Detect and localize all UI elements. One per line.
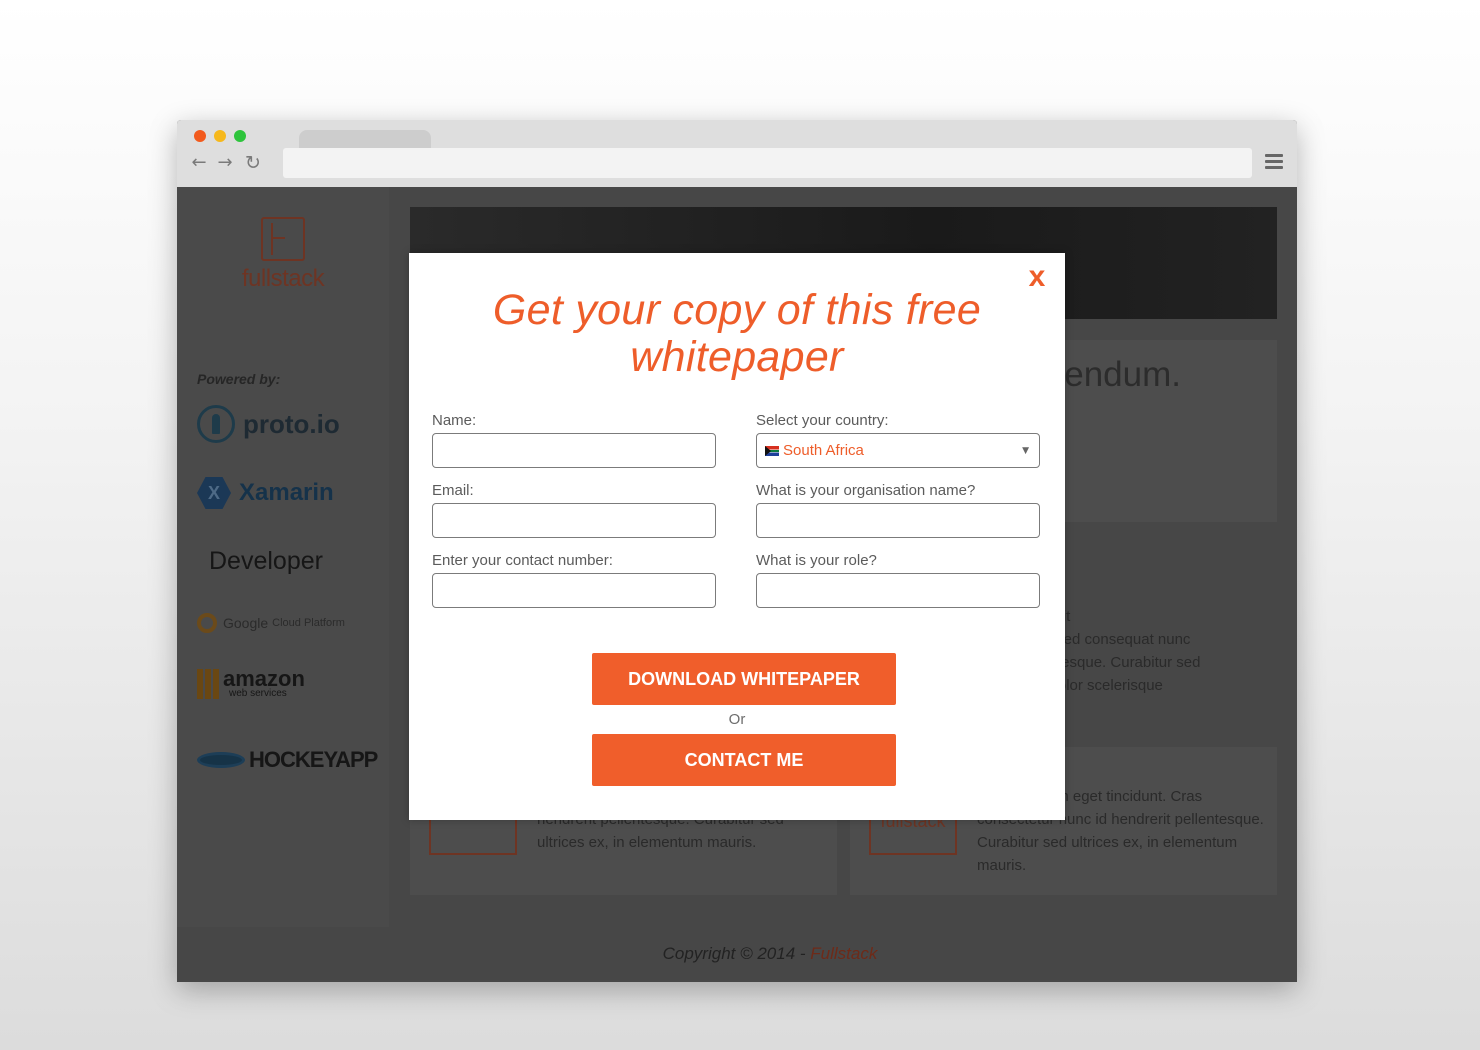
logo-text: fullstack: [241, 265, 325, 292]
copyright-text: Copyright © 2014 -: [662, 944, 811, 963]
fullstack-logo-mark-icon: [261, 217, 305, 261]
back-arrow-icon[interactable]: ←: [189, 153, 209, 173]
sponsor-proto-label: proto.io: [243, 408, 340, 439]
address-bar[interactable]: [283, 148, 1252, 178]
reload-icon[interactable]: ↻: [243, 153, 263, 173]
organisation-label: What is your organisation name?: [756, 482, 976, 499]
contact-number-label: Enter your contact number:: [432, 552, 613, 569]
email-input[interactable]: [432, 503, 716, 538]
close-modal-icon[interactable]: x: [1022, 261, 1052, 293]
sponsor-hockeyapp[interactable]: HOCKEYAPP: [197, 747, 378, 773]
contact-number-input[interactable]: [432, 573, 716, 608]
sponsor-proto-io[interactable]: proto.io: [197, 405, 340, 443]
sponsor-google-cloud[interactable]: Google Cloud Platform: [197, 613, 345, 633]
sponsor-google-label: Google: [223, 615, 269, 631]
modal-title: Get your copy of this free whitepaper: [492, 286, 982, 381]
download-whitepaper-button[interactable]: DOWNLOAD WHITEPAPER: [592, 653, 896, 705]
south-africa-flag-icon: [765, 446, 779, 456]
sponsor-hockey-label: HOCKEYAPP: [249, 747, 378, 772]
organisation-input[interactable]: [756, 503, 1040, 538]
powered-by-label: Powered by:: [197, 371, 281, 387]
whitepaper-modal: x Get your copy of this free whitepaper …: [409, 253, 1065, 820]
xamarin-hex-icon: X: [197, 477, 231, 509]
sponsor-amazon-sub-label: web services: [229, 688, 287, 699]
sponsor-apple-label: Developer: [209, 547, 323, 575]
role-input[interactable]: [756, 573, 1040, 608]
dropdown-caret-icon: ▼: [1022, 446, 1029, 456]
intro-paragraph: ollicit lit, sed consequat nunc lentesqu…: [1037, 608, 1201, 694]
browser-chrome: ← → ↻: [177, 120, 1297, 187]
hamburger-menu-icon[interactable]: [1265, 154, 1283, 172]
sidebar: fullstack Powered by: proto.io X Xamarin…: [177, 187, 389, 927]
aws-boxes-icon: [197, 669, 219, 699]
forward-arrow-icon[interactable]: →: [215, 153, 235, 173]
sponsor-amazon-web-services[interactable]: amazon web services: [197, 666, 305, 699]
google-cloud-icon: [197, 613, 217, 633]
copyright-brand-link[interactable]: Fullstack: [810, 944, 877, 963]
maximize-window-dot[interactable]: [234, 130, 246, 142]
name-input[interactable]: [432, 433, 716, 468]
sponsor-apple-developer[interactable]: Developer: [197, 547, 323, 576]
minimize-window-dot[interactable]: [214, 130, 226, 142]
proto-rocket-icon: [197, 405, 235, 443]
fullstack-logo[interactable]: fullstack: [235, 217, 331, 297]
country-value: South Africa: [783, 442, 864, 459]
sponsor-amazon-label: amazon: [223, 666, 305, 691]
name-label: Name:: [432, 412, 477, 429]
sponsor-xamarin-label: Xamarin: [239, 479, 334, 506]
role-label: What is your role?: [756, 552, 877, 569]
country-label: Select your country:: [756, 412, 889, 429]
or-separator: Or: [728, 711, 746, 728]
contact-me-button[interactable]: CONTACT ME: [592, 734, 896, 786]
hockeyapp-puck-icon: [197, 752, 245, 768]
country-select[interactable]: South Africa ▼: [756, 433, 1040, 468]
sponsor-google-sub-label: Cloud Platform: [272, 617, 345, 629]
browser-tab[interactable]: [299, 130, 431, 150]
footer-copyright: Copyright © 2014 - Fullstack: [177, 944, 1297, 964]
sponsor-xamarin[interactable]: X Xamarin: [197, 477, 334, 509]
close-window-dot[interactable]: [194, 130, 206, 142]
email-label: Email:: [432, 482, 474, 499]
